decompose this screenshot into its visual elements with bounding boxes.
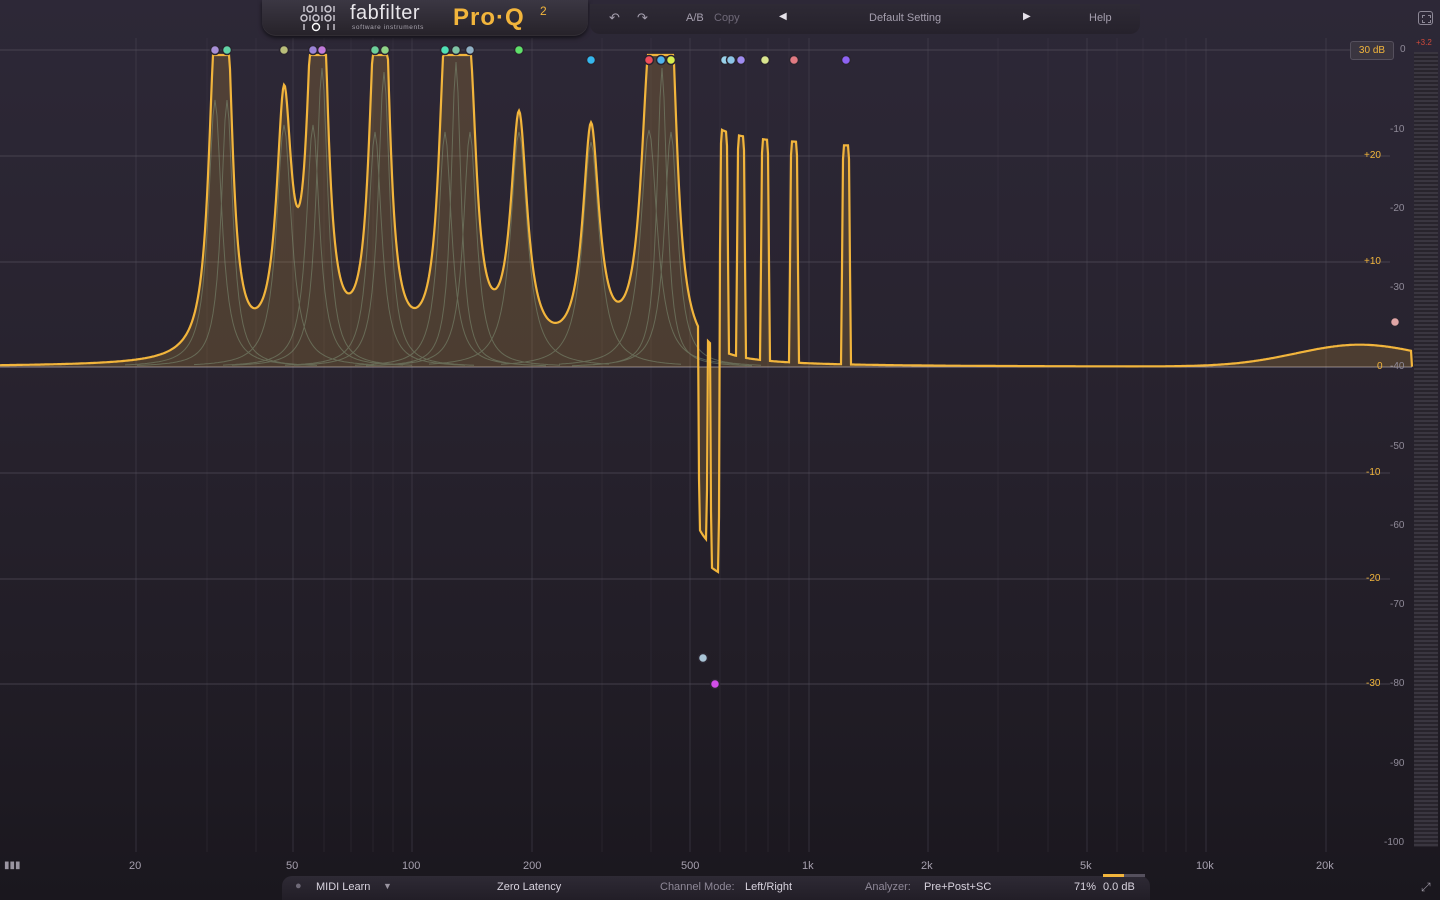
band-node-15[interactable] bbox=[665, 54, 677, 66]
output-gain-slider[interactable] bbox=[1103, 874, 1145, 877]
redo-icon[interactable]: ↷ bbox=[637, 10, 648, 26]
band-nodes[interactable] bbox=[0, 0, 1440, 900]
band-node-1[interactable] bbox=[209, 44, 221, 56]
band-node-17[interactable] bbox=[725, 54, 737, 66]
preset-prev-icon[interactable]: ◀ bbox=[779, 11, 787, 22]
band-node-18[interactable] bbox=[735, 54, 747, 66]
analyzer-icon[interactable]: ▮▮▮ bbox=[4, 860, 21, 871]
brand-name: fabfilter bbox=[350, 2, 421, 24]
output-peak-readout: +3.2 bbox=[1416, 38, 1432, 47]
copy-button[interactable]: Copy bbox=[714, 12, 740, 24]
band-node-3[interactable] bbox=[278, 44, 290, 56]
latency-mode-button[interactable]: Zero Latency bbox=[497, 881, 561, 893]
band-node-11[interactable] bbox=[513, 44, 525, 56]
fullscreen-icon[interactable] bbox=[1418, 11, 1433, 25]
band-node-2[interactable] bbox=[221, 44, 233, 56]
band-node-19[interactable] bbox=[759, 54, 771, 66]
band-node-8[interactable] bbox=[439, 44, 451, 56]
output-gain-slider-fill bbox=[1103, 874, 1124, 877]
output-gain-value[interactable]: 0.0 dB bbox=[1103, 881, 1135, 893]
preset-next-icon[interactable]: ▶ bbox=[1023, 11, 1031, 22]
band-node-13[interactable] bbox=[643, 54, 655, 66]
zoom-value[interactable]: 71% bbox=[1074, 881, 1096, 893]
preset-name[interactable]: Default Setting bbox=[869, 12, 941, 24]
band-node-12[interactable] bbox=[585, 54, 597, 66]
band-node-14[interactable] bbox=[655, 54, 667, 66]
help-button[interactable]: Help bbox=[1089, 12, 1112, 24]
band-node-6[interactable] bbox=[369, 44, 381, 56]
toolbar bbox=[590, 4, 1140, 34]
product-name: Pro·Q bbox=[453, 4, 525, 31]
output-level-meter bbox=[1414, 52, 1438, 847]
band-node-9[interactable] bbox=[450, 44, 462, 56]
fabfilter-logo-icon bbox=[300, 5, 335, 32]
channel-mode-button[interactable]: Left/Right bbox=[745, 881, 792, 893]
undo-icon[interactable]: ↶ bbox=[609, 10, 620, 26]
analyzer-label: Analyzer: bbox=[865, 881, 911, 893]
band-node-20[interactable] bbox=[788, 54, 800, 66]
resize-icon[interactable]: ⤢ bbox=[1421, 880, 1431, 895]
channel-mode-label: Channel Mode: bbox=[660, 881, 735, 893]
band-node-23[interactable] bbox=[709, 678, 721, 690]
product-version: 2 bbox=[540, 4, 547, 18]
band-node-5[interactable] bbox=[316, 44, 328, 56]
band-node-10[interactable] bbox=[464, 44, 476, 56]
band-node-4[interactable] bbox=[307, 44, 319, 56]
midi-learn-button[interactable]: MIDI Learn bbox=[316, 881, 370, 893]
midi-learn-indicator-icon: ● bbox=[295, 880, 302, 892]
ab-button[interactable]: A/B bbox=[686, 12, 704, 24]
band-node-22[interactable] bbox=[697, 652, 709, 664]
band-node-24[interactable] bbox=[1389, 316, 1401, 328]
header-bar: fabfilter software instruments Pro·Q 2 ↶… bbox=[0, 0, 1440, 38]
band-node-21[interactable] bbox=[840, 54, 852, 66]
brand-subtitle: software instruments bbox=[352, 24, 424, 31]
display-range-button[interactable]: 30 dB bbox=[1350, 41, 1394, 60]
midi-learn-dropdown-icon[interactable]: ▼ bbox=[383, 881, 392, 891]
analyzer-mode-button[interactable]: Pre+Post+SC bbox=[924, 881, 991, 893]
band-node-7[interactable] bbox=[379, 44, 391, 56]
